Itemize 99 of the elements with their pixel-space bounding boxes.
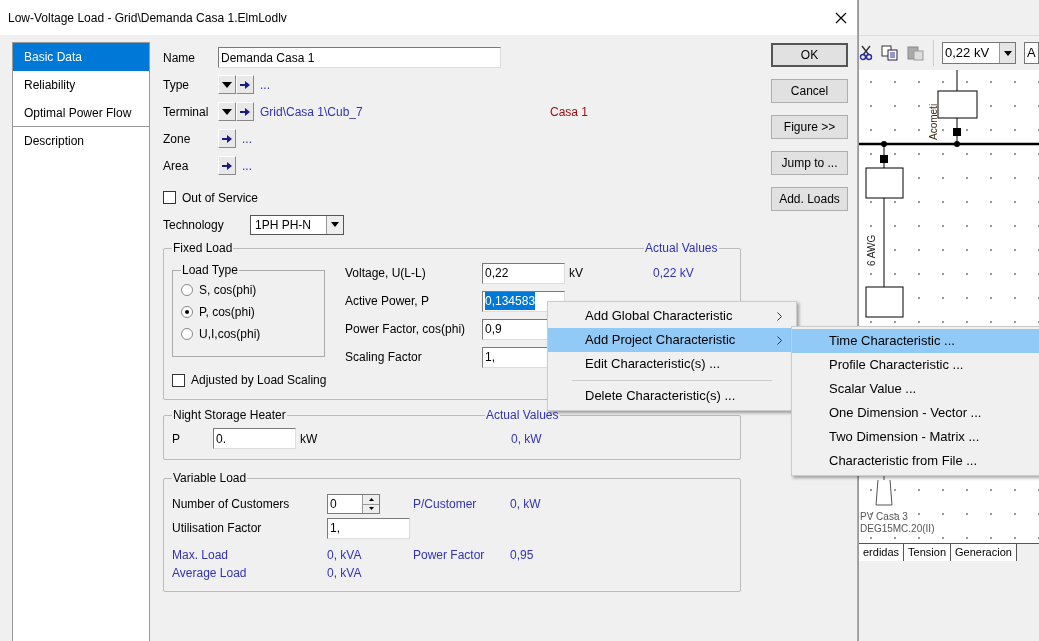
actual-value: 0,95 [510, 547, 534, 564]
dialog-button[interactable]: Jump to ... [771, 151, 848, 175]
caret-icon [1003, 50, 1012, 56]
menu-item[interactable]: Time Characteristic ... [792, 329, 1039, 353]
group-title: Load Type [181, 263, 239, 277]
up-arrow-icon[interactable] [368, 497, 374, 501]
radio-label: S, cos(phi) [199, 281, 257, 299]
field-label: Average Load [172, 565, 248, 582]
group-title: Night Storage Heater [172, 408, 287, 422]
radio-label: P, cos(phi) [199, 303, 255, 321]
radio-button[interactable] [181, 327, 193, 340]
sheet-tab[interactable]: erdidas [859, 544, 905, 561]
radio-button[interactable] [181, 305, 193, 318]
caret-icon [222, 81, 232, 88]
actual-value: 0, kW [511, 430, 542, 448]
unit-label: kW [300, 430, 319, 448]
diagram-label: Acometi [928, 103, 939, 140]
checkbox[interactable] [163, 191, 176, 204]
field-label: Active Power, P [345, 293, 431, 310]
reference-link[interactable]: Grid\Casa 1\Cub_7 [260, 102, 550, 121]
checkbox-label: Out of Service [182, 189, 259, 207]
menu-item[interactable]: Profile Characteristic ... [792, 353, 1039, 377]
dialog-button[interactable]: Figure >> [771, 115, 848, 139]
dropdown[interactable]: A [1024, 42, 1039, 64]
terminal-note: Casa 1 [550, 103, 589, 121]
input-field[interactable]: 0. [213, 428, 296, 449]
reference-link[interactable]: ... [260, 75, 270, 94]
chevron-icon [777, 311, 782, 321]
arrow-icon [222, 134, 232, 143]
radio-button[interactable] [181, 283, 193, 296]
dialog-button[interactable]: OK [771, 43, 848, 67]
field-label: Technology [163, 216, 225, 234]
input-field[interactable]: 0,22 [482, 262, 565, 284]
menu-item[interactable]: One Dimension - Vector ... [792, 401, 1039, 425]
window-title: Low-Voltage Load - Grid\Demanda Casa 1.ElmLodlv [8, 9, 288, 27]
jump-button[interactable] [218, 129, 236, 148]
field-label: Utilisation Factor [172, 520, 263, 537]
actual-value: 0, kW [510, 496, 541, 513]
name-field[interactable]: Demanda Casa 1 [218, 47, 501, 68]
unit-label: kV [569, 265, 584, 282]
field-label: Type [163, 76, 190, 94]
field-label: P/Customer [413, 496, 478, 513]
actual-value: 0, kVA [327, 547, 363, 564]
field-label: Terminal [163, 103, 210, 121]
field-label: P [172, 430, 181, 448]
nav-item[interactable]: Basic Data [13, 43, 149, 71]
voltage-dropdown[interactable]: 0,22 kV [942, 42, 1016, 64]
nav-item[interactable]: Optimal Power Flow [13, 99, 149, 127]
field-label: Voltage, U(L-L) [345, 265, 427, 282]
group-title: Actual Values [485, 408, 560, 422]
menu-item[interactable]: Two Dimension - Matrix ... [792, 425, 1039, 449]
field-label: Power Factor [413, 547, 486, 564]
sheet-tab[interactable]: Generacion [951, 544, 1017, 561]
field-label: Zone [163, 130, 192, 148]
dialog-button[interactable]: Add. Loads [771, 187, 848, 211]
group-title: Variable Load [172, 471, 248, 485]
actual-value: 0, kVA [327, 565, 362, 582]
input-field[interactable]: 1, [327, 517, 410, 539]
field-label: Name [163, 49, 196, 67]
menu-item[interactable]: Scalar Value ... [792, 377, 1039, 401]
reference-link[interactable]: ... [242, 129, 252, 148]
dropdown-button[interactable] [218, 75, 236, 94]
checkbox-label: Adjusted by Load Scaling [191, 372, 327, 389]
jump-button[interactable] [236, 102, 254, 121]
field-label: Scaling Factor [345, 349, 423, 366]
group-title: Actual Values [644, 241, 719, 255]
caret-icon [331, 222, 339, 227]
scissors-icon[interactable] [859, 45, 873, 61]
field-label: Area [163, 157, 190, 175]
jump-button[interactable] [218, 156, 236, 175]
radio-label: U,I,cos(phi) [199, 325, 261, 343]
close-icon[interactable] [835, 11, 847, 24]
arrow-icon [240, 107, 250, 116]
diagram-label: DEG15MC.20(II) [860, 523, 935, 534]
diagram-label: PV Casa 3 [860, 511, 908, 522]
dropdown-button[interactable] [218, 102, 236, 121]
arrow-icon [222, 161, 232, 170]
sheet-tab[interactable]: Tension [904, 544, 951, 561]
field-label: Power Factor, cos(phi) [345, 321, 467, 338]
copy-icon[interactable] [881, 45, 899, 61]
field-label: Number of Customers [172, 496, 291, 513]
field-label: Max. Load [172, 547, 230, 564]
nav-item[interactable]: Description [13, 127, 149, 155]
caret-icon [222, 108, 232, 115]
spinner-field[interactable]: 0 [327, 494, 380, 514]
jump-button[interactable] [236, 75, 254, 94]
chevron-icon [777, 335, 782, 345]
technology-dropdown[interactable]: 1PH PH-N [250, 214, 344, 235]
group-title: Fixed Load [172, 241, 234, 255]
input-field[interactable]: 0,134583 [482, 290, 565, 312]
arrow-icon [240, 80, 250, 89]
reference-link[interactable]: ... [242, 156, 252, 175]
nav-item[interactable]: Reliability [13, 71, 149, 99]
menu-item[interactable]: Characteristic from File ... [792, 449, 1039, 473]
actual-value: 0,22 kV [653, 265, 694, 282]
down-arrow-icon[interactable] [368, 507, 374, 511]
checkbox[interactable] [172, 373, 185, 387]
diagram-label: 6 AWG [866, 234, 877, 266]
dialog-button[interactable]: Cancel [771, 79, 848, 103]
